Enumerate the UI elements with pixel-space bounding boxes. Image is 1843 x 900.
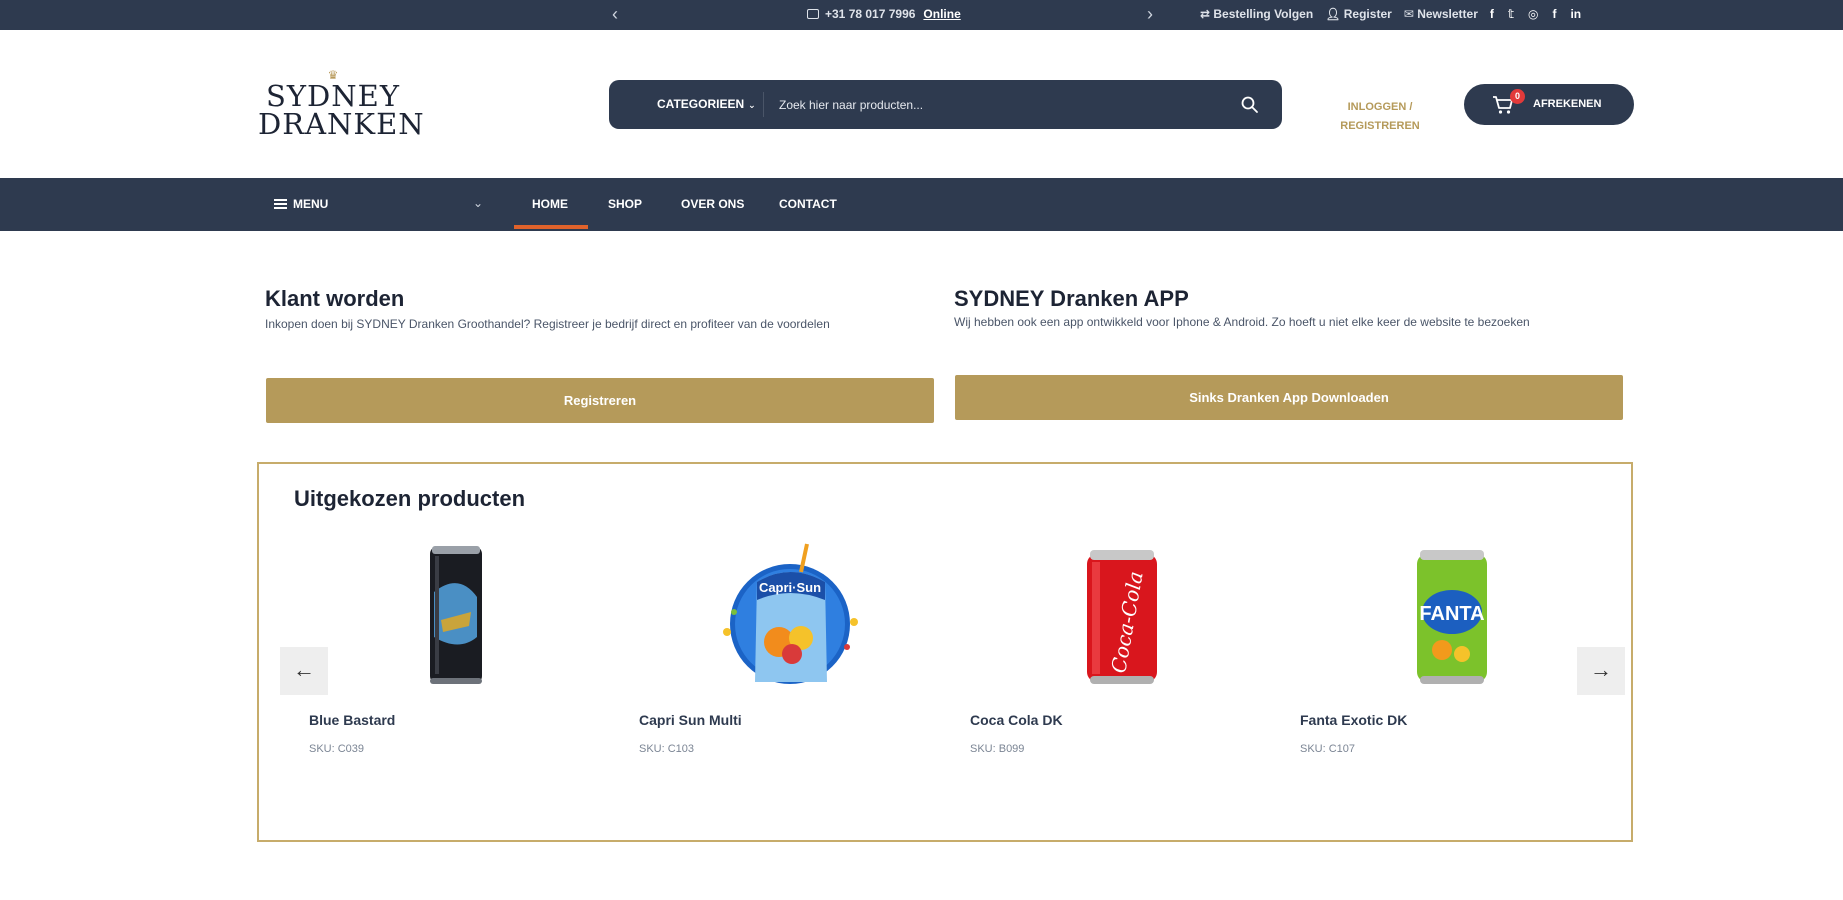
top-links: ⇄ Bestelling Volgen 👤︎ Register ✉ Newsle…	[1200, 7, 1581, 21]
cart-count-badge: 0	[1510, 89, 1525, 104]
checkout-cart-button[interactable]: 0 AFREKENEN	[1464, 84, 1634, 125]
search-input[interactable]	[779, 92, 1219, 117]
login-register-link[interactable]: INLOGGEN / REGISTREREN	[1330, 98, 1430, 136]
top-bar: ‹ +31 78 017 7996 Online › ⇄ Bestelling V…	[0, 0, 1843, 30]
newsletter-label: Newsletter	[1417, 7, 1478, 21]
chevron-left-icon[interactable]: ‹	[612, 4, 618, 24]
product-image-blue-bastard[interactable]	[309, 542, 589, 692]
logo[interactable]: ♛ SYDNEY DRANKEN	[258, 68, 425, 173]
phone-icon	[807, 9, 819, 19]
search-bar: CATEGORIEEN ⌄	[609, 80, 1282, 129]
product-image-coca-cola[interactable]: Coca-Cola	[970, 542, 1250, 692]
facebook-icon[interactable]: f	[1490, 7, 1494, 21]
product-name[interactable]: Blue Bastard	[309, 712, 395, 728]
product-image-capri-sun[interactable]: Capri·Sun	[639, 542, 919, 692]
search-icon[interactable]	[1240, 95, 1260, 115]
track-order-link[interactable]: ⇄ Bestelling Volgen	[1200, 7, 1313, 21]
chevron-down-icon: ⌄	[748, 100, 756, 110]
promo-title-left: Klant worden	[265, 286, 405, 311]
newsletter-link[interactable]: ✉ Newsletter	[1404, 7, 1478, 21]
product-sku: SKU: C103	[639, 743, 695, 755]
register-link[interactable]: 👤︎ Register	[1325, 7, 1392, 21]
active-tab-indicator	[514, 225, 588, 229]
product-name[interactable]: Capri Sun Multi	[639, 712, 742, 728]
contact-phone: +31 78 017 7996 Online	[807, 7, 961, 21]
product-name[interactable]: Coca Cola DK	[970, 712, 1063, 728]
nav-item-over-ons[interactable]: OVER ONS	[681, 197, 744, 211]
divider	[763, 92, 764, 117]
chevron-down-icon[interactable]: ⌄	[473, 196, 483, 210]
register-label: Register	[1343, 7, 1392, 21]
product-sku: SKU: C107	[1300, 743, 1356, 755]
nav-item-shop[interactable]: SHOP	[608, 197, 642, 211]
arrow-right-icon: →	[1590, 657, 1612, 682]
login-label: INLOGGEN /	[1347, 101, 1413, 113]
register-label: REGISTREREN	[1340, 120, 1420, 132]
promo-text-left: Inkopen doen bij SYDNEY Dranken Groothan…	[265, 317, 830, 331]
product-sku: SKU: B099	[970, 743, 1025, 755]
category-label: CATEGORIEEN	[657, 97, 745, 111]
svg-text:FANTA: FANTA	[1419, 603, 1484, 625]
featured-products: Uitgekozen producten ← → Blue Bastard SK…	[257, 462, 1633, 842]
register-button[interactable]: Registreren	[266, 378, 934, 423]
svg-text:Capri·Sun: Capri·Sun	[759, 580, 821, 595]
promo-text-right: Wij hebben ook een app ontwikkeld voor I…	[954, 315, 1530, 329]
product-name[interactable]: Fanta Exotic DK	[1300, 712, 1407, 728]
section-title: Uitgekozen producten	[294, 486, 526, 511]
instagram-icon[interactable]: ◎	[1528, 7, 1538, 21]
twitter-icon[interactable]: 𝕥	[1508, 7, 1514, 21]
checkout-label: AFREKENEN	[1533, 98, 1602, 110]
logo-line-1: SYDNEY	[266, 79, 400, 113]
product-sku: SKU: C039	[309, 743, 365, 755]
product-image-fanta[interactable]: FANTA	[1300, 542, 1580, 692]
hamburger-icon	[274, 199, 287, 209]
menu-toggle[interactable]: MENU	[274, 197, 328, 211]
logo-line-2: DRANKEN	[258, 107, 425, 141]
download-app-button[interactable]: Sinks Dranken App Downloaden	[955, 375, 1623, 420]
online-link[interactable]: Online	[923, 7, 960, 21]
social-links: f 𝕥 ◎ f in	[1490, 7, 1581, 21]
nav-item-contact[interactable]: CONTACT	[779, 197, 837, 211]
nav-item-home[interactable]: HOME	[532, 197, 568, 211]
menu-label: MENU	[293, 197, 329, 211]
facebook-icon[interactable]: f	[1552, 7, 1556, 21]
carousel-next-button[interactable]: →	[1577, 647, 1625, 695]
linkedin-icon[interactable]: in	[1570, 7, 1581, 21]
main-navigation: MENU ⌄ HOME SHOP OVER ONS CONTACT	[0, 178, 1843, 231]
promo-title-right: SYDNEY Dranken APP	[954, 286, 1189, 311]
category-dropdown[interactable]: CATEGORIEEN ⌄	[657, 97, 756, 111]
track-order-label: Bestelling Volgen	[1213, 7, 1314, 21]
phone-number: +31 78 017 7996	[825, 7, 916, 21]
chevron-right-icon[interactable]: ›	[1147, 4, 1153, 24]
